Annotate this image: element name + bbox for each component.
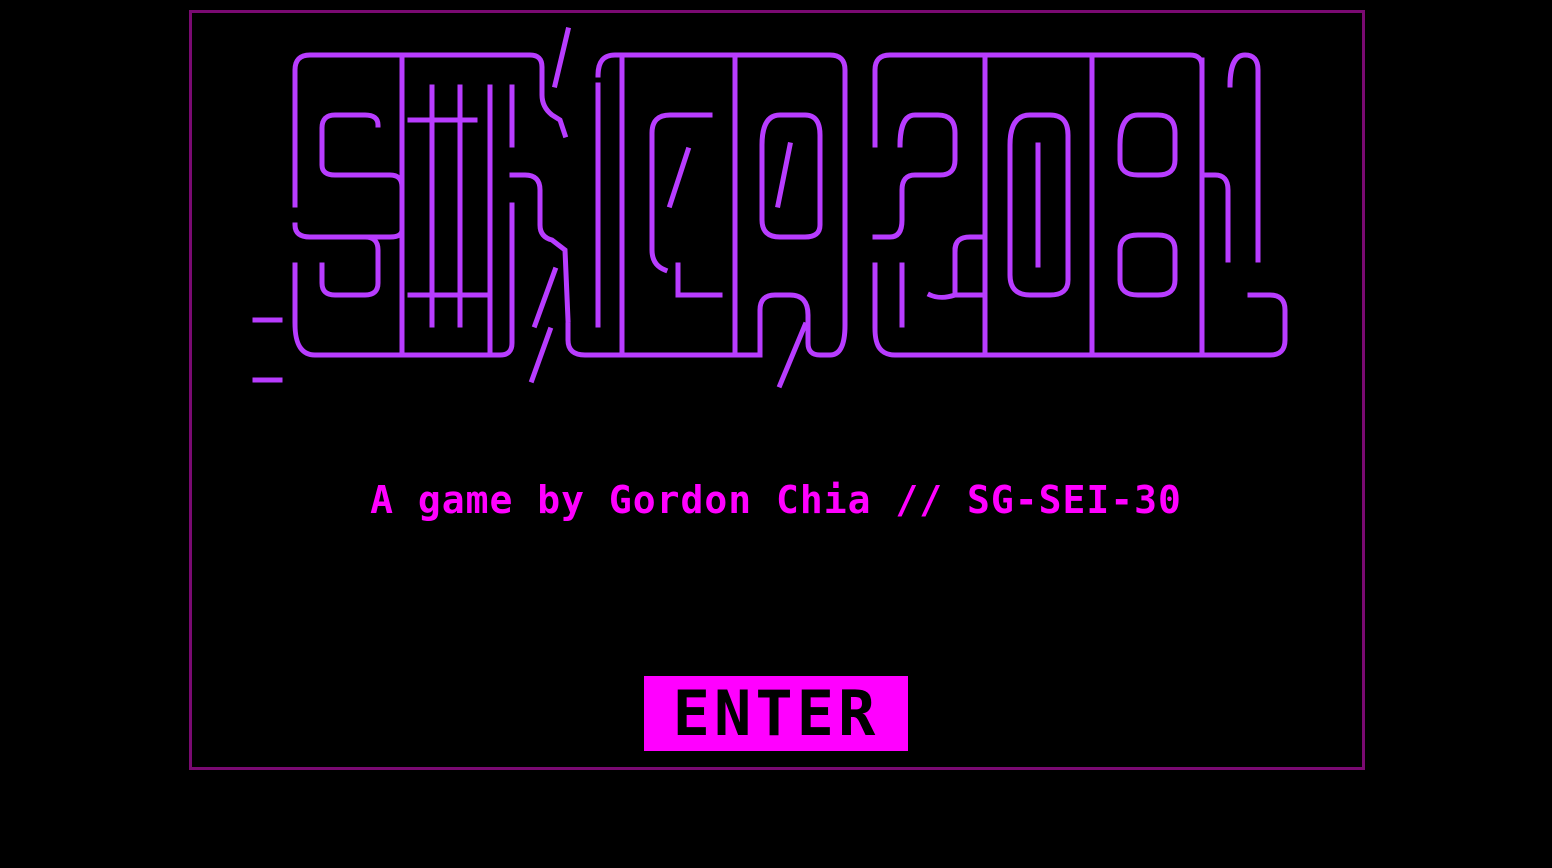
game-credits-subtitle: A game by Gordon Chia // SG-SEI-30 xyxy=(370,478,1182,522)
game-logo xyxy=(250,25,1300,395)
enter-button[interactable]: ENTER xyxy=(644,676,908,751)
